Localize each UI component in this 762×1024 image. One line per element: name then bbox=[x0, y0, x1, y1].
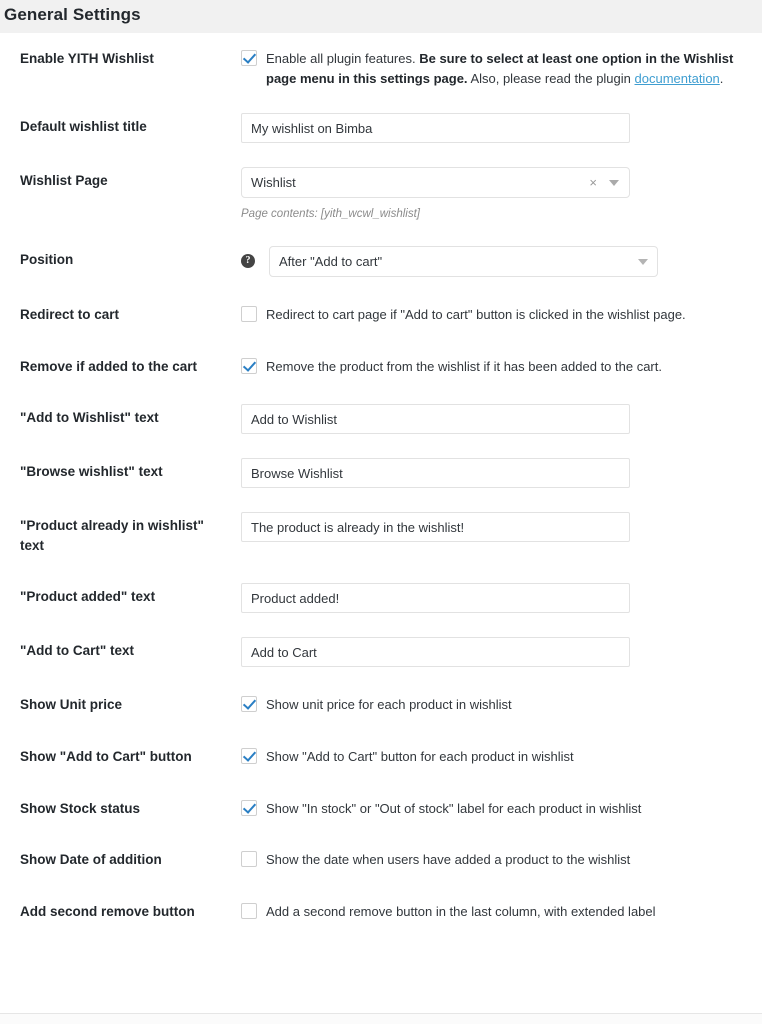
documentation-link[interactable]: documentation bbox=[635, 71, 720, 86]
row-field: Show unit price for each product in wish… bbox=[241, 679, 762, 731]
checkbox-label: Show the date when users have added a pr… bbox=[266, 852, 631, 868]
row-label-position: Position bbox=[20, 252, 74, 268]
row-field: Enable all plugin features. Be sure to s… bbox=[241, 33, 762, 101]
row-label-enable-yith-wishlist: Enable YITH Wishlist bbox=[20, 51, 154, 66]
row-field bbox=[241, 392, 762, 446]
checkbox-row: Show unit price for each product in wish… bbox=[241, 691, 742, 715]
field-description: Page contents: [yith_wcwl_wishlist] bbox=[241, 208, 420, 221]
checkbox-row: Show "Add to Cart" button for each produ… bbox=[241, 743, 742, 767]
text-fragment: Also, please read the plugin bbox=[467, 71, 635, 87]
settings-row: Show Unit price Show unit price for each … bbox=[0, 679, 762, 731]
settings-row: "Product already in wishlist" text bbox=[0, 500, 762, 571]
checkbox-add-second-remove-button[interactable] bbox=[241, 902, 257, 919]
row-label-show-add-to-cart-button: Show "Add to Cart" button bbox=[20, 749, 192, 765]
checkbox-label: Enable all plugin features. Be sure to s… bbox=[266, 49, 742, 89]
settings-row: Remove if added to the cart Remove the pr… bbox=[0, 341, 762, 393]
checkbox-row: Show the date when users have added a pr… bbox=[241, 846, 742, 870]
checkbox-show-add-to-cart-button[interactable] bbox=[241, 748, 257, 765]
checkbox-show-stock-status[interactable] bbox=[241, 799, 257, 816]
checkbox-row: Redirect to cart page if "Add to cart" b… bbox=[241, 301, 742, 325]
select-position[interactable]: After "Add to cart" bbox=[269, 246, 658, 278]
row-field bbox=[241, 101, 762, 155]
checkbox-show-unit-price[interactable] bbox=[241, 696, 257, 713]
row-label-wishlist-page: Wishlist Page bbox=[20, 173, 108, 189]
input-product-already-in-wishlist-text[interactable] bbox=[241, 512, 630, 543]
settings-row: Add second remove button Add a second rem… bbox=[0, 886, 762, 938]
settings-row: Redirect to cart Redirect to cart page if… bbox=[0, 289, 762, 341]
row-field bbox=[241, 500, 762, 571]
settings-row: Default wishlist title bbox=[0, 101, 762, 155]
row-field bbox=[241, 446, 762, 500]
row-field: Show the date when users have added a pr… bbox=[241, 834, 762, 886]
text-fragment: Enable all plugin features. bbox=[266, 51, 420, 66]
select-value: After "Add to cart" bbox=[279, 254, 383, 270]
bottom-strip bbox=[0, 1014, 762, 1024]
input-product-added-text[interactable] bbox=[241, 583, 630, 614]
input-add-to-wishlist-text[interactable] bbox=[241, 404, 630, 435]
row-label-remove-if-added-to-the-cart: Remove if added to the cart bbox=[20, 358, 198, 374]
row-label-product-already-in-wishlist-text: "Product already in wishlist" text bbox=[20, 518, 204, 553]
settings-row: "Add to Cart" text bbox=[0, 625, 762, 679]
row-label-default-wishlist-title: Default wishlist title bbox=[20, 119, 147, 135]
settings-row: Position? After "Add to cart" bbox=[0, 234, 762, 289]
row-field: Wishlist × Page contents: [yith_wcwl_wishl… bbox=[241, 155, 762, 234]
settings-row: Show "Add to Cart" button Show "Add to Ca… bbox=[0, 731, 762, 783]
row-label-add-to-wishlist-text: "Add to Wishlist" text bbox=[20, 410, 159, 426]
settings-row: Wishlist Page Wishlist × Page contents: [yi… bbox=[0, 155, 762, 234]
input-browse-wishlist-text[interactable] bbox=[241, 458, 630, 489]
settings-row: "Browse wishlist" text bbox=[0, 446, 762, 500]
row-label-product-added-text: "Product added" text bbox=[20, 589, 156, 605]
row-field: Show "Add to Cart" button for each produ… bbox=[241, 731, 762, 783]
checkbox-remove-if-added-to-the-cart[interactable] bbox=[241, 357, 257, 374]
settings-row: "Product added" text bbox=[0, 571, 762, 625]
checkbox-row: Show "In stock" or "Out of stock" label … bbox=[241, 795, 742, 819]
row-field: Redirect to cart page if "Add to cart" b… bbox=[241, 289, 762, 341]
field-with-help: ? After "Add to cart" bbox=[241, 246, 742, 278]
checkbox-label: Show "Add to Cart" button for each produ… bbox=[266, 749, 574, 765]
row-label-show-stock-status: Show Stock status bbox=[20, 800, 141, 816]
help-icon[interactable]: ? bbox=[241, 254, 255, 269]
checkbox-label: Redirect to cart page if "Add to cart" b… bbox=[266, 307, 686, 323]
checkbox-row: Add a second remove button in the last c… bbox=[241, 898, 742, 922]
checkbox-redirect-to-cart[interactable] bbox=[241, 306, 257, 323]
checkbox-label: Add a second remove button in the last c… bbox=[266, 903, 656, 919]
close-icon[interactable]: × bbox=[587, 176, 599, 189]
chevron-down-icon[interactable] bbox=[638, 258, 648, 265]
settings-page: General Settings Enable YITH Wishlist Ena… bbox=[0, 0, 762, 1024]
row-field: ? After "Add to cart" bbox=[241, 234, 762, 289]
row-field: Add a second remove button in the last c… bbox=[241, 886, 762, 938]
input-add-to-cart-text[interactable] bbox=[241, 637, 630, 668]
row-label-add-to-cart-text: "Add to Cart" text bbox=[20, 643, 135, 659]
row-field: Show "In stock" or "Out of stock" label … bbox=[241, 783, 762, 835]
checkbox-row: Enable all plugin features. Be sure to s… bbox=[241, 45, 742, 89]
settings-row: Show Stock status Show "In stock" or "Out… bbox=[0, 783, 762, 835]
input-default-wishlist-title[interactable] bbox=[241, 113, 630, 144]
row-field bbox=[241, 571, 762, 625]
checkbox-label: Show unit price for each product in wish… bbox=[266, 697, 512, 713]
checkbox-enable-yith-wishlist[interactable] bbox=[241, 50, 257, 66]
row-label-browse-wishlist-text: "Browse wishlist" text bbox=[20, 464, 163, 480]
panel-header: General Settings bbox=[0, 0, 762, 33]
row-label-add-second-remove-button: Add second remove button bbox=[20, 903, 195, 919]
page-title: General Settings bbox=[4, 5, 141, 24]
text-fragment: . bbox=[719, 71, 724, 87]
chevron-down-icon[interactable] bbox=[609, 179, 619, 186]
checkbox-label: Remove the product from the wishlist if … bbox=[266, 358, 662, 374]
checkbox-row: Remove the product from the wishlist if … bbox=[241, 353, 742, 377]
settings-row: "Add to Wishlist" text bbox=[0, 392, 762, 446]
row-field bbox=[241, 625, 762, 679]
select-value: Wishlist bbox=[251, 175, 296, 191]
row-label-redirect-to-cart: Redirect to cart bbox=[20, 307, 120, 323]
settings-row: Enable YITH Wishlist Enable all plugin fe… bbox=[0, 33, 762, 101]
checkbox-show-date-of-addition[interactable] bbox=[241, 851, 257, 868]
row-field: Remove the product from the wishlist if … bbox=[241, 341, 762, 393]
settings-form-table: Enable YITH Wishlist Enable all plugin fe… bbox=[0, 33, 762, 937]
row-label-show-unit-price: Show Unit price bbox=[20, 697, 123, 713]
settings-row: Show Date of addition Show the date when … bbox=[0, 834, 762, 886]
checkbox-label: Show "In stock" or "Out of stock" label … bbox=[266, 800, 642, 816]
row-label-show-date-of-addition: Show Date of addition bbox=[20, 852, 162, 868]
select-wishlist-page[interactable]: Wishlist × bbox=[241, 167, 630, 199]
